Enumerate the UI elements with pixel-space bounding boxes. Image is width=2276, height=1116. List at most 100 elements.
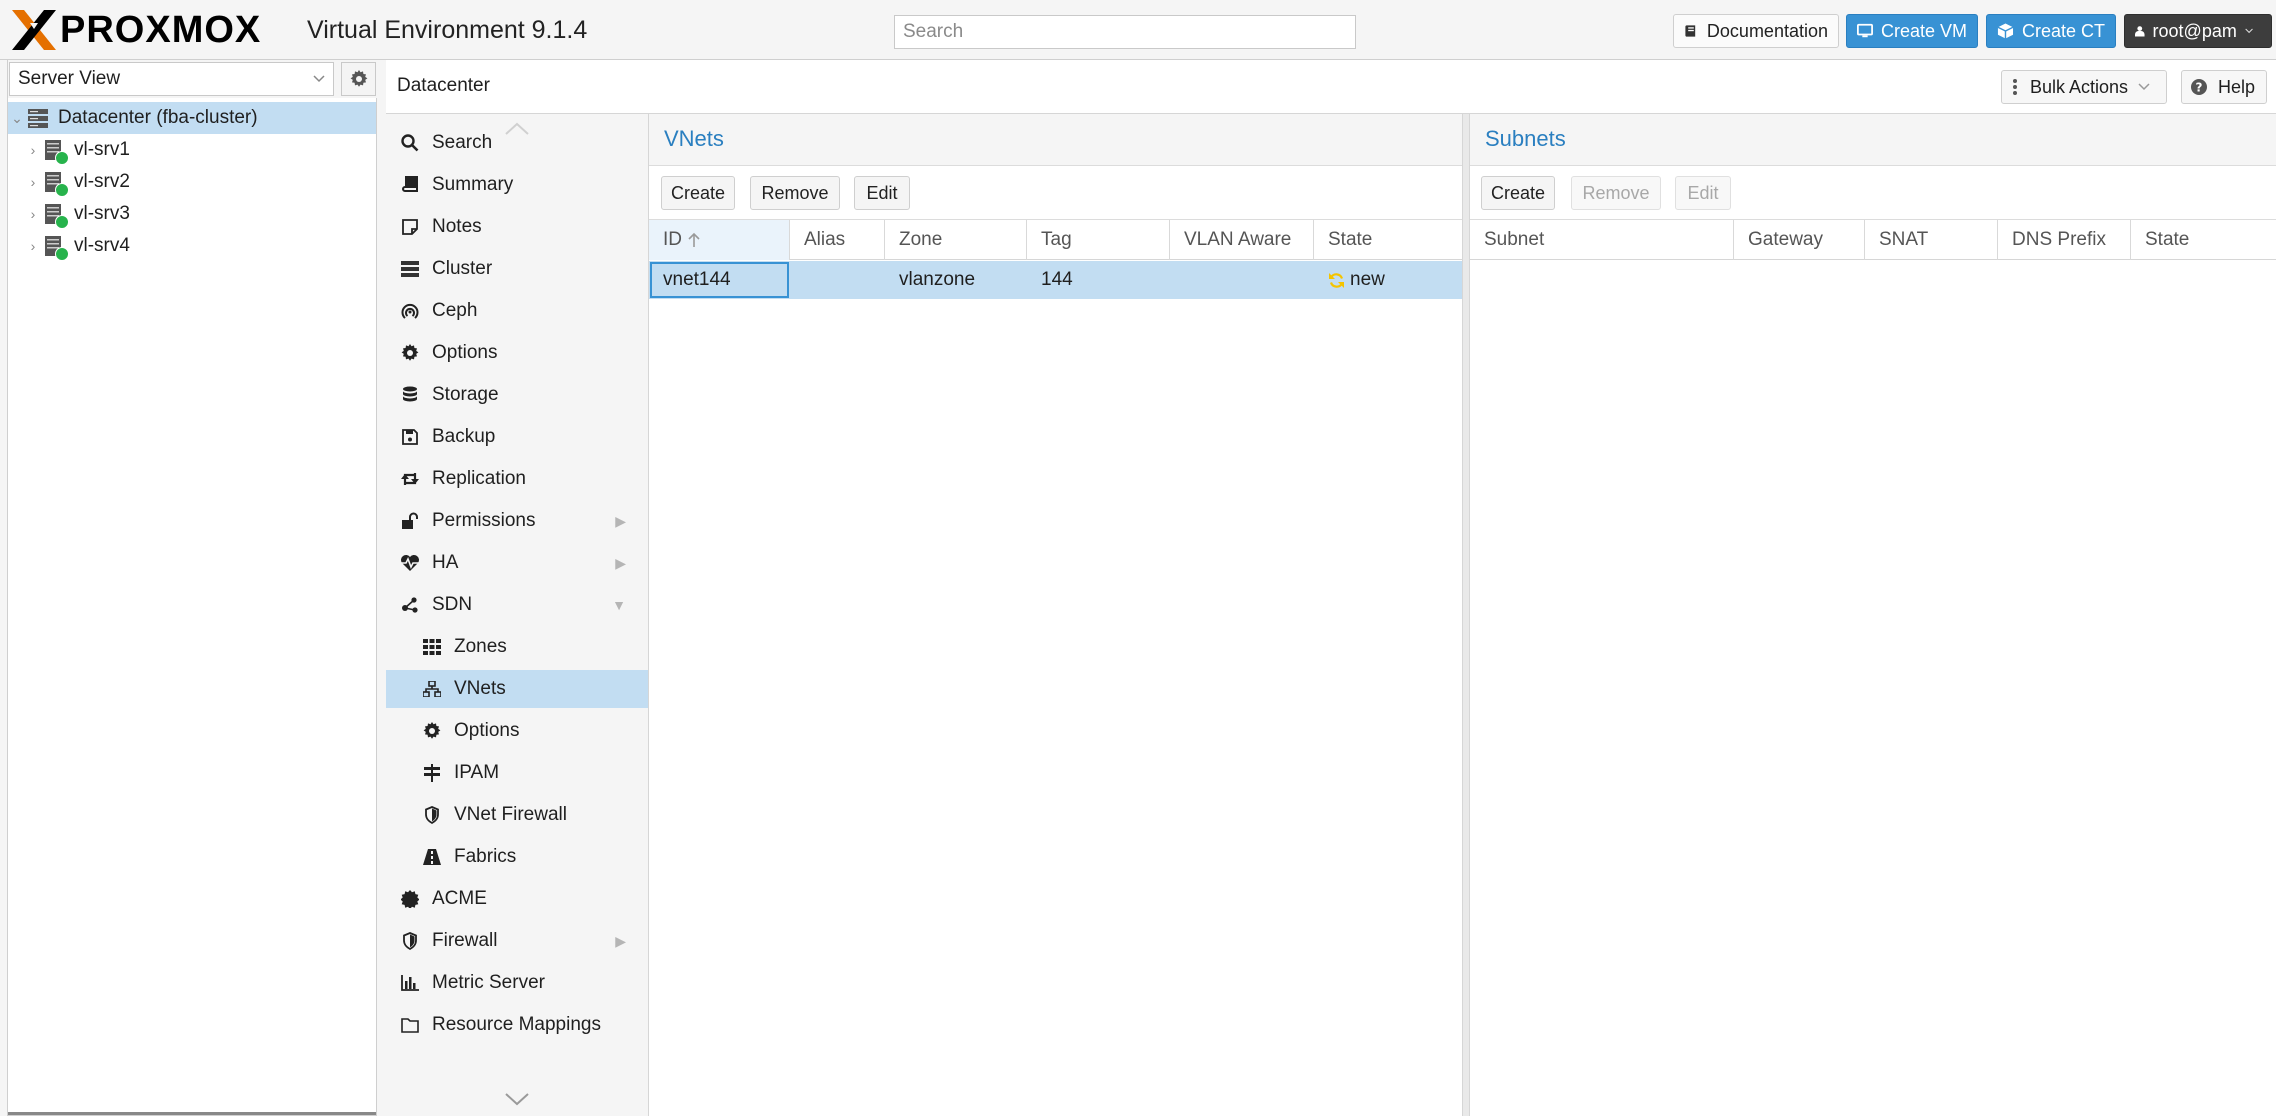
- nav-item-storage[interactable]: Storage: [386, 376, 648, 414]
- nav-label: Metric Server: [432, 972, 545, 993]
- subnet-edit-button[interactable]: Edit: [1675, 176, 1731, 210]
- content-header: Datacenter Bulk Actions ? Help: [386, 60, 2276, 114]
- tree-item-datacenter[interactable]: ⌄ Datacenter (fba-cluster): [8, 102, 376, 134]
- nav-item-fabrics[interactable]: Fabrics: [386, 838, 648, 876]
- tree-item-node[interactable]: › vl-srv4: [8, 230, 376, 262]
- nav-item-replication[interactable]: Replication: [386, 460, 648, 498]
- expand-arrow-icon[interactable]: ›: [24, 174, 42, 190]
- subnet-create-button[interactable]: Create: [1481, 176, 1555, 210]
- cell-id[interactable]: vnet144: [649, 261, 790, 299]
- nav-item-search[interactable]: Search: [386, 124, 648, 162]
- nav-label: Options: [454, 720, 520, 741]
- user-menu-button[interactable]: root@pam: [2124, 14, 2272, 48]
- view-selector[interactable]: Server View: [9, 62, 334, 96]
- nav-label: Storage: [432, 384, 499, 405]
- proxmox-logo[interactable]: PROXMOX: [10, 8, 261, 52]
- vnets-panel: VNets Create Remove Edit ID Alias Zone T…: [649, 114, 1463, 1116]
- nav-item-ha[interactable]: HA ▶: [386, 544, 648, 582]
- vnet-edit-button[interactable]: Edit: [854, 176, 910, 210]
- nav-item-permissions[interactable]: Permissions ▶: [386, 502, 648, 540]
- nav-item-metric-server[interactable]: Metric Server: [386, 964, 648, 1002]
- nav-item-summary[interactable]: Summary: [386, 166, 648, 204]
- column-header-tag[interactable]: Tag: [1027, 220, 1170, 260]
- column-header-snat[interactable]: SNAT: [1865, 220, 1998, 260]
- nav-item-vnet-firewall[interactable]: VNet Firewall: [386, 796, 648, 834]
- help-button[interactable]: ? Help: [2181, 70, 2267, 104]
- config-nav-menu: Search Summary Notes Cluster Ceph Option…: [386, 114, 649, 1116]
- scroll-down-icon[interactable]: [504, 1092, 530, 1106]
- create-ct-label: Create CT: [2021, 20, 2105, 41]
- cell-zone: vlanzone: [899, 269, 976, 290]
- tree-item-node[interactable]: › vl-srv1: [8, 134, 376, 166]
- nav-item-cluster[interactable]: Cluster: [386, 250, 648, 288]
- nav-label: VNet Firewall: [454, 804, 567, 825]
- breadcrumb: Datacenter: [397, 75, 490, 96]
- column-header-id[interactable]: ID: [649, 220, 790, 260]
- column-header-subnet[interactable]: Subnet: [1470, 220, 1734, 260]
- collapse-arrow-icon[interactable]: ⌄: [8, 110, 26, 127]
- cell-vlan-aware: [1170, 261, 1314, 299]
- nav-item-notes[interactable]: Notes: [386, 208, 648, 246]
- column-header-gateway[interactable]: Gateway: [1734, 220, 1865, 260]
- resource-tree: ⌄ Datacenter (fba-cluster) › vl-srv1 › v…: [8, 102, 376, 262]
- column-header-vlan-aware[interactable]: VLAN Aware: [1170, 220, 1314, 260]
- search-input[interactable]: [894, 15, 1356, 49]
- nav-item-ceph[interactable]: Ceph: [386, 292, 648, 330]
- column-header-zone[interactable]: Zone: [885, 220, 1027, 260]
- tree-item-node[interactable]: › vl-srv3: [8, 198, 376, 230]
- column-header-state[interactable]: State: [2131, 220, 2276, 260]
- ipam-icon: [422, 763, 442, 783]
- nav-label: Search: [432, 132, 493, 153]
- column-header-dns-prefix[interactable]: DNS Prefix: [1998, 220, 2131, 260]
- subnet-remove-button[interactable]: Remove: [1571, 176, 1661, 210]
- create-ct-button[interactable]: Create CT: [1986, 14, 2116, 48]
- subnets-panel-title: Subnets: [1470, 114, 2276, 166]
- view-selector-value: Server View: [18, 68, 121, 89]
- horizontal-scrollbar[interactable]: [8, 1112, 376, 1115]
- tree-settings-button[interactable]: [341, 62, 376, 96]
- nav-item-ipam[interactable]: IPAM: [386, 754, 648, 792]
- sort-ascending-icon: [688, 232, 700, 247]
- nav-item-resource-mappings[interactable]: Resource Mappings: [386, 1006, 648, 1044]
- sdn-icon: [400, 595, 420, 615]
- nav-item-firewall[interactable]: Firewall ▶: [386, 922, 648, 960]
- nav-item-vnets[interactable]: VNets: [386, 670, 648, 708]
- panel-splitter[interactable]: [1463, 114, 1470, 1116]
- retweet-icon: [400, 469, 420, 489]
- cell-alias: [790, 261, 885, 299]
- nav-label: Firewall: [432, 930, 498, 951]
- note-icon: [400, 217, 420, 237]
- create-vm-button[interactable]: Create VM: [1846, 14, 1978, 48]
- database-icon: [400, 385, 420, 405]
- expand-arrow-icon[interactable]: ›: [24, 142, 42, 158]
- tree-item-label: vl-srv1: [74, 139, 130, 160]
- nav-item-zones[interactable]: Zones: [386, 628, 648, 666]
- nav-item-backup[interactable]: Backup: [386, 418, 648, 456]
- floppy-icon: [400, 427, 420, 447]
- nav-label: HA: [432, 552, 459, 573]
- table-row[interactable]: vnet144 vlanzone 144 new: [649, 261, 1462, 299]
- vnet-create-button[interactable]: Create: [661, 176, 735, 210]
- documentation-button[interactable]: Documentation: [1673, 14, 1839, 48]
- vnet-remove-button[interactable]: Remove: [750, 176, 840, 210]
- column-header-state[interactable]: State: [1314, 220, 1463, 260]
- expand-arrow-icon[interactable]: ›: [24, 238, 42, 254]
- bulk-actions-button[interactable]: Bulk Actions: [2001, 70, 2167, 104]
- question-circle-icon: ?: [2191, 79, 2207, 95]
- certificate-icon: [400, 889, 420, 909]
- nav-item-options[interactable]: Options: [386, 334, 648, 372]
- expand-arrow-icon[interactable]: ›: [24, 206, 42, 222]
- column-header-alias[interactable]: Alias: [790, 220, 885, 260]
- user-icon: [2135, 26, 2145, 37]
- nav-item-sdn[interactable]: SDN ▼: [386, 586, 648, 624]
- tree-item-label: vl-srv3: [74, 203, 130, 224]
- tree-item-label: vl-srv2: [74, 171, 130, 192]
- nav-item-sdn-options[interactable]: Options: [386, 712, 648, 750]
- book-icon: [400, 175, 420, 195]
- nav-label: SDN: [432, 594, 473, 615]
- nav-label: VNets: [454, 678, 506, 699]
- tree-item-node[interactable]: › vl-srv2: [8, 166, 376, 198]
- gear-icon: [422, 721, 442, 741]
- nav-item-acme[interactable]: ACME: [386, 880, 648, 918]
- nav-label: Permissions: [432, 510, 536, 531]
